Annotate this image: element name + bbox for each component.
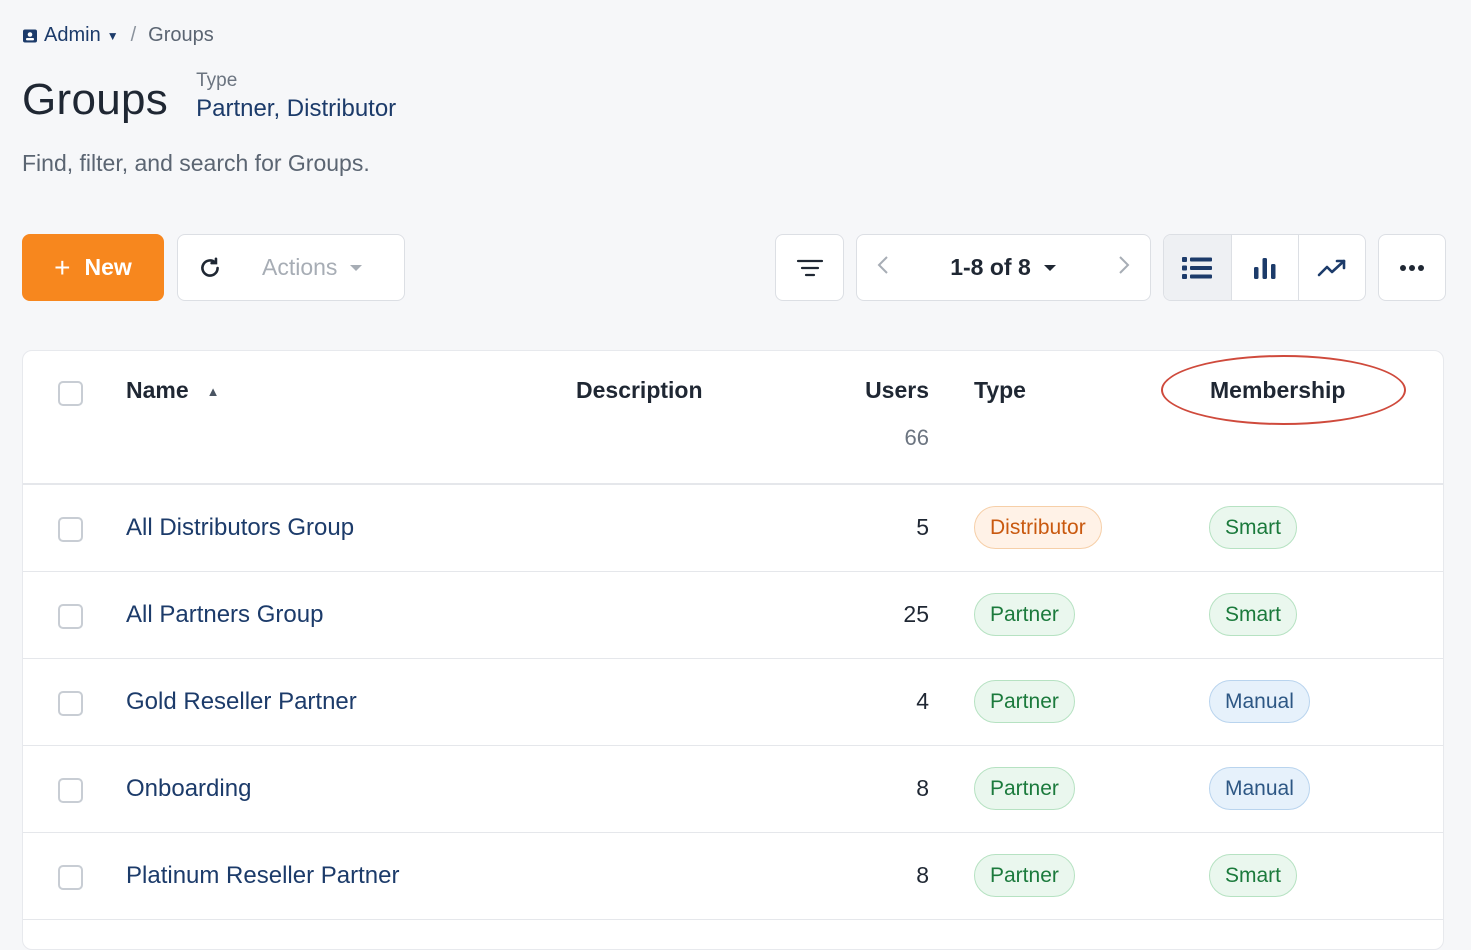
page-subtitle: Find, filter, and search for Groups.	[22, 150, 370, 176]
next-page-button[interactable]	[1118, 255, 1130, 280]
new-button[interactable]: + New	[22, 234, 164, 301]
pagination: 1-8 of 8	[856, 234, 1151, 301]
refresh-button[interactable]	[178, 235, 242, 300]
more-dots-icon	[1400, 264, 1424, 271]
column-header-description[interactable]: Description	[576, 377, 703, 404]
type-badge: Distributor	[974, 506, 1102, 549]
column-header-users[interactable]: Users	[865, 377, 929, 404]
type-filter-summary[interactable]: Type Partner, Distributor	[196, 68, 396, 130]
row-checkbox[interactable]	[58, 691, 83, 716]
breadcrumb-current: Groups	[148, 24, 214, 46]
admin-badge-icon	[23, 29, 37, 42]
caret-down-icon	[1043, 264, 1056, 271]
type-badge: Partner	[974, 767, 1075, 810]
plus-icon: +	[54, 251, 71, 283]
group-name-link[interactable]: All Distributors Group	[126, 514, 354, 542]
group-users-count: 8	[916, 775, 929, 801]
table-row[interactable]: Platinum Reseller Partner 8 Partner Smar…	[23, 833, 1443, 920]
type-badge: Partner	[974, 854, 1075, 897]
table-header: Name ▲ Description Users 66 Type Membersh…	[23, 351, 1443, 485]
row-checkbox[interactable]	[58, 865, 83, 890]
select-all-checkbox[interactable]	[58, 381, 83, 406]
group-users-count: 8	[916, 862, 929, 888]
membership-badge: Smart	[1209, 593, 1298, 636]
prev-page-button[interactable]	[877, 255, 889, 280]
page-range-dropdown[interactable]: 1-8 of 8	[950, 254, 1057, 281]
membership-badge: Smart	[1209, 506, 1298, 549]
column-header-name[interactable]: Name ▲	[126, 377, 220, 404]
list-icon	[1182, 256, 1213, 279]
users-total: 66	[904, 425, 929, 450]
column-header-membership[interactable]: Membership	[1210, 377, 1345, 404]
list-view-button[interactable]	[1164, 235, 1231, 300]
table-row[interactable]: Gold Reseller Partner 4 Partner Manual	[23, 659, 1443, 746]
trend-view-button[interactable]	[1297, 235, 1365, 300]
breadcrumb-separator: /	[130, 24, 137, 46]
column-header-type[interactable]: Type	[974, 377, 1026, 404]
page-header: Groups Type Partner, Distributor	[22, 68, 396, 130]
bar-chart-icon	[1253, 257, 1276, 279]
groups-table: Name ▲ Description Users 66 Type Membersh…	[22, 350, 1444, 950]
page-range-label: 1-8 of 8	[950, 254, 1031, 280]
chevron-left-icon	[877, 256, 888, 274]
group-name-link[interactable]: Platinum Reseller Partner	[126, 862, 399, 890]
breadcrumb-admin[interactable]: Admin ▼	[22, 24, 119, 47]
trend-line-icon	[1317, 259, 1346, 276]
group-name-link[interactable]: Onboarding	[126, 775, 251, 803]
group-users-count: 25	[903, 601, 929, 627]
column-name-label: Name	[126, 377, 189, 403]
row-checkbox[interactable]	[58, 604, 83, 629]
type-badge: Partner	[974, 593, 1075, 636]
chevron-right-icon	[1119, 256, 1130, 274]
sort-ascending-icon: ▲	[206, 384, 220, 400]
actions-dropdown[interactable]: Actions	[242, 254, 363, 281]
new-button-label: New	[84, 254, 132, 280]
chart-view-button[interactable]	[1230, 235, 1298, 300]
group-name-link[interactable]: All Partners Group	[126, 601, 323, 629]
table-row[interactable]: All Partners Group 25 Partner Smart	[23, 572, 1443, 659]
filter-lines-icon	[796, 259, 823, 276]
filter-button[interactable]	[775, 234, 844, 301]
row-checkbox[interactable]	[58, 517, 83, 542]
refresh-actions-group: Actions	[177, 234, 405, 301]
type-filter-label: Type	[196, 70, 238, 91]
table-row[interactable]: All Distributors Group 5 Distributor Sma…	[23, 485, 1443, 572]
group-name-link[interactable]: Gold Reseller Partner	[126, 688, 357, 716]
caret-down-icon: ▼	[106, 28, 119, 43]
more-options-button[interactable]	[1378, 234, 1446, 301]
actions-label: Actions	[262, 254, 338, 280]
view-switcher	[1163, 234, 1366, 301]
refresh-icon	[201, 256, 219, 277]
breadcrumb: Admin ▼ / Groups	[22, 24, 214, 47]
group-users-count: 4	[916, 688, 929, 714]
membership-badge: Manual	[1209, 767, 1310, 810]
row-checkbox[interactable]	[58, 778, 83, 803]
membership-badge: Manual	[1209, 680, 1310, 723]
table-row[interactable]: Onboarding 8 Partner Manual	[23, 746, 1443, 833]
type-badge: Partner	[974, 680, 1075, 723]
page-title: Groups	[22, 75, 169, 124]
toolbar: + New Actions 1-8 of 8	[22, 234, 1446, 301]
membership-badge: Smart	[1209, 854, 1298, 897]
type-filter-value[interactable]: Partner, Distributor	[196, 94, 396, 124]
group-users-count: 5	[916, 514, 929, 540]
caret-down-icon	[350, 264, 363, 271]
breadcrumb-admin-label: Admin	[44, 24, 101, 46]
